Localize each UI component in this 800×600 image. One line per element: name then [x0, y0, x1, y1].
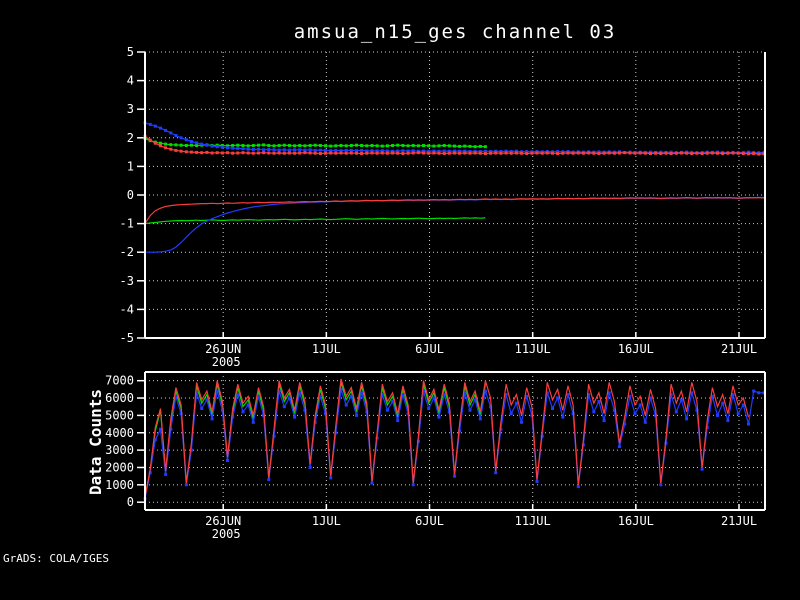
- x-tick-label: 1JUL: [312, 514, 341, 528]
- x-tick-label: 21JUL: [721, 342, 757, 356]
- y-tick-label: 4: [127, 74, 134, 88]
- top-panel: 5 4 3 2 1 0 -1 -2 -3 -4 -5 26JUN2005 1JUL 6JUL 11JUL 16…: [120, 45, 766, 369]
- y-tick-label: 1: [127, 159, 134, 173]
- y-tick-label: -4: [120, 302, 134, 316]
- x-tick-year-label: 2005: [212, 355, 241, 369]
- y-axis-label-data-counts: Data Counts: [86, 389, 105, 495]
- x-tick-label: 1JUL: [312, 342, 341, 356]
- y-tick-label: -3: [120, 274, 134, 288]
- y-tick-label: -2: [120, 245, 134, 259]
- series-bias-green: [144, 217, 486, 225]
- grads-attribution: GrADS: COLA/IGES: [3, 552, 109, 565]
- chart-canvas: 543210-1-2-3-4-526JUN20051JUL 6JUL 11JUL 16…: [105, 45, 766, 541]
- x-tick-label: 26JUN: [205, 514, 241, 528]
- x-tick-label: 6JUL: [415, 514, 444, 528]
- y-tick-label: 5: [127, 45, 134, 59]
- y-tick-label: 2: [127, 131, 134, 145]
- y-tick-label: 4000: [105, 426, 134, 440]
- y-tick-label: 1000: [105, 478, 134, 492]
- markers-counts-blue: [143, 387, 766, 501]
- y-tick-label: 5000: [105, 408, 134, 422]
- series-counts-blue: [144, 389, 764, 499]
- y-tick-label: 3000: [105, 443, 134, 457]
- y-tick-label: -5: [120, 331, 134, 345]
- x-tick-label: 11JUL: [515, 514, 551, 528]
- y-tick-label: -1: [120, 217, 134, 231]
- x-tick-label: 16JUL: [618, 514, 654, 528]
- x-tick-label: 11JUL: [515, 342, 551, 356]
- series-bias-blue: [145, 196, 765, 253]
- x-tick-label: 16JUL: [618, 342, 654, 356]
- bottom-panel: 7000 6000 5000 4000 3000 2000 1000 0 26JUN2005 1J…: [105, 371, 766, 541]
- x-tick-label: 26JUN: [205, 342, 241, 356]
- markers-std-blue: [143, 121, 766, 155]
- grads-plot-window: amsua_n15_ges channel 03 5 4 3 2 1 0 -1 -2 -3 -4-…: [0, 0, 800, 600]
- y-tick-label: 3: [127, 102, 134, 116]
- y-tick-label: 7000: [105, 374, 134, 388]
- y-tick-label: 0: [127, 495, 134, 509]
- y-tick-label: 0: [127, 188, 134, 202]
- x-tick-label: 21JUL: [721, 514, 757, 528]
- x-tick-year-label: 2005: [212, 527, 241, 541]
- y-tick-label: 2000: [105, 460, 134, 474]
- x-tick-label: 6JUL: [415, 342, 444, 356]
- y-tick-label: 6000: [105, 391, 134, 405]
